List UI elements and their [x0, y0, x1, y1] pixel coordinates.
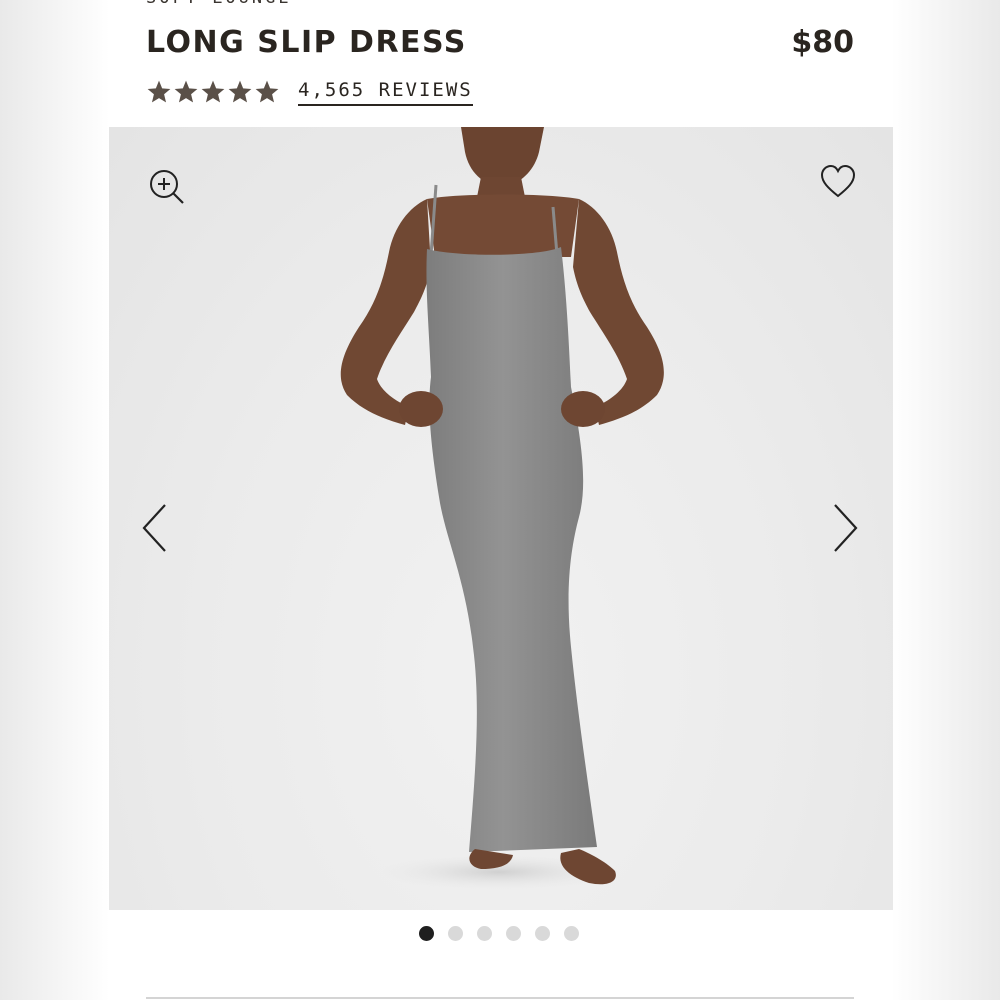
section-divider — [146, 997, 854, 999]
chevron-right-icon[interactable] — [827, 502, 861, 554]
star-icon — [174, 80, 198, 103]
product-image-gallery[interactable] — [109, 127, 893, 910]
rating-row: 4,565 REVIEWS — [146, 76, 473, 108]
product-image — [340, 127, 664, 890]
star-icon — [201, 80, 225, 103]
star-rating — [146, 79, 280, 105]
product-price: $80 — [791, 25, 854, 60]
zoom-in-icon[interactable] — [147, 167, 187, 207]
star-icon — [255, 80, 279, 103]
carousel-dot[interactable] — [448, 926, 463, 941]
carousel-dot[interactable] — [564, 926, 579, 941]
star-icon — [147, 80, 171, 103]
chevron-left-icon[interactable] — [139, 502, 173, 554]
carousel-dot[interactable] — [477, 926, 492, 941]
carousel-dot[interactable] — [419, 926, 434, 941]
star-icon — [228, 80, 252, 103]
carousel-dot[interactable] — [506, 926, 521, 941]
collection-label[interactable]: SOFT LOUNGE — [146, 0, 292, 8]
product-title: LONG SLIP DRESS — [146, 25, 467, 60]
carousel-pagination — [419, 926, 579, 941]
heart-icon[interactable] — [819, 163, 857, 201]
carousel-dot[interactable] — [535, 926, 550, 941]
reviews-link[interactable]: 4,565 REVIEWS — [298, 79, 473, 106]
